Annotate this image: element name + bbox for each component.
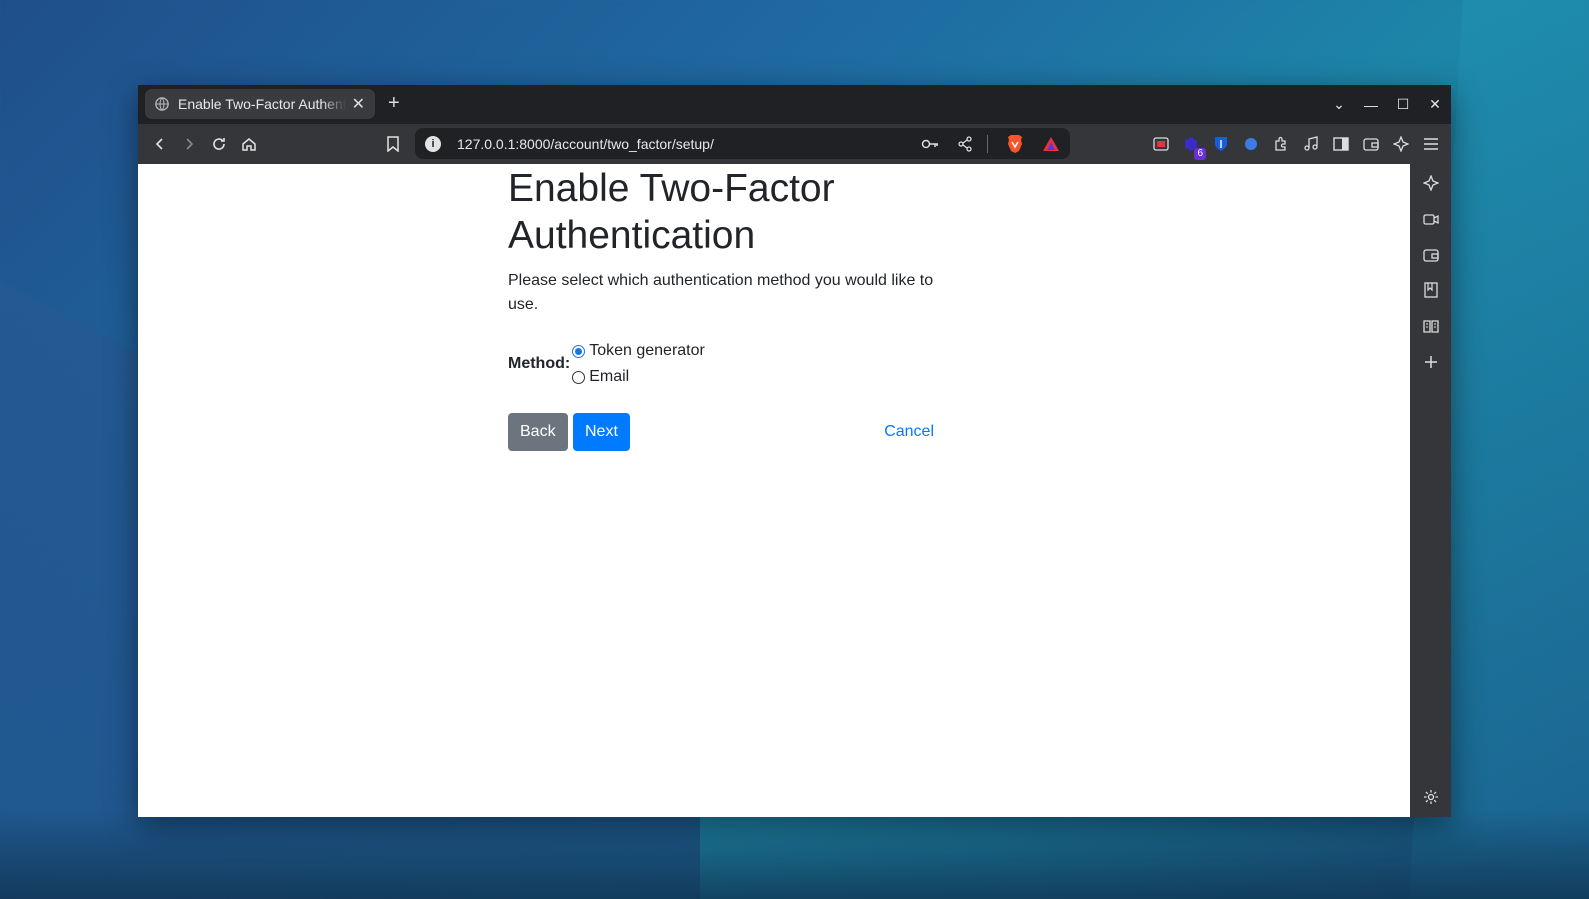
sidebar-toggle-icon[interactable]: [1332, 136, 1349, 153]
brave-shields-icon[interactable]: [1006, 134, 1024, 154]
radio-option-token-generator[interactable]: Token generator: [572, 342, 705, 360]
minimize-button[interactable]: —: [1363, 97, 1379, 113]
wallet-sidebar-icon[interactable]: [1422, 246, 1439, 263]
reload-icon[interactable]: [208, 133, 230, 155]
tab-list-chevron-icon[interactable]: ⌄: [1331, 96, 1347, 113]
method-label: Method:: [508, 355, 571, 372]
browser-window: Enable Two-Factor Authentication ✕ + ⌄ —…: [138, 85, 1451, 817]
tab-bar: Enable Two-Factor Authentication ✕ + ⌄ —…: [138, 85, 1451, 124]
site-info-icon[interactable]: i: [425, 135, 441, 152]
home-icon[interactable]: [238, 133, 260, 155]
extension-badge: 6: [1194, 147, 1206, 160]
radio-option-email[interactable]: Email: [572, 368, 705, 386]
screen-recorder-icon[interactable]: [1152, 136, 1169, 153]
sidebar-panel: [1410, 164, 1451, 817]
next-button[interactable]: Next: [573, 413, 630, 451]
radio-button[interactable]: [572, 370, 586, 384]
back-nav-icon[interactable]: [149, 133, 171, 155]
back-button[interactable]: Back: [508, 413, 568, 451]
radio-button-selected[interactable]: [572, 344, 586, 358]
media-music-icon[interactable]: [1302, 136, 1319, 153]
brave-rewards-icon[interactable]: [1042, 136, 1060, 152]
extensions-puzzle-icon[interactable]: [1272, 136, 1289, 153]
form-actions: Back Next Cancel: [508, 413, 938, 451]
add-panel-icon[interactable]: [1422, 353, 1439, 370]
maximize-button[interactable]: ☐: [1395, 96, 1411, 113]
bookmark-icon[interactable]: [382, 133, 404, 155]
vpn-dot-icon[interactable]: [1242, 136, 1259, 153]
address-bar[interactable]: i 127.0.0.1:8000/account/two_factor/setu…: [415, 128, 1070, 159]
page-title: Enable Two-Factor Authentication: [508, 167, 835, 257]
cancel-link[interactable]: Cancel: [884, 413, 934, 451]
close-window-button[interactable]: ✕: [1427, 96, 1443, 113]
method-field: Method: Token generator Email: [508, 342, 938, 386]
radio-label: Email: [589, 368, 630, 385]
globe-icon: [155, 97, 169, 111]
extension-icon[interactable]: 6: [1182, 136, 1206, 160]
browser-tab[interactable]: Enable Two-Factor Authentication ✕: [145, 89, 375, 119]
wallpaper-trees: [0, 809, 1589, 899]
settings-gear-icon[interactable]: [1422, 788, 1439, 805]
window-controls: ⌄ — ☐ ✕: [1331, 85, 1443, 124]
method-radio-group: Token generator Email: [572, 342, 705, 386]
close-tab-icon[interactable]: ✕: [352, 94, 365, 114]
wallet-icon[interactable]: [1362, 136, 1379, 153]
radio-label: Token generator: [589, 342, 705, 359]
bitwarden-icon[interactable]: [1212, 136, 1229, 153]
two-factor-setup-form: Enable Two-Factor Authentication Please …: [508, 164, 938, 451]
forward-nav-icon[interactable]: [178, 133, 200, 155]
leo-ai-sidebar-icon[interactable]: [1422, 174, 1439, 191]
reading-list-icon[interactable]: [1422, 317, 1439, 334]
tab-title: Enable Two-Factor Authentication: [178, 96, 346, 112]
page-content: Enable Two-Factor Authentication Please …: [138, 164, 1410, 817]
menu-hamburger-icon[interactable]: [1422, 136, 1439, 153]
video-call-icon[interactable]: [1422, 210, 1439, 227]
share-icon[interactable]: [957, 135, 973, 152]
intro-text: Please select which authentication metho…: [508, 272, 934, 313]
bookmarks-sidebar-icon[interactable]: [1422, 281, 1439, 298]
extensions-area: 6: [1152, 124, 1439, 164]
url-text: 127.0.0.1:8000/account/two_factor/setup/: [457, 135, 714, 152]
divider: [987, 134, 988, 153]
leo-ai-icon[interactable]: [1392, 136, 1409, 153]
new-tab-button[interactable]: +: [388, 92, 400, 115]
browser-toolbar: i 127.0.0.1:8000/account/two_factor/setu…: [138, 124, 1451, 164]
key-icon[interactable]: [921, 138, 939, 150]
